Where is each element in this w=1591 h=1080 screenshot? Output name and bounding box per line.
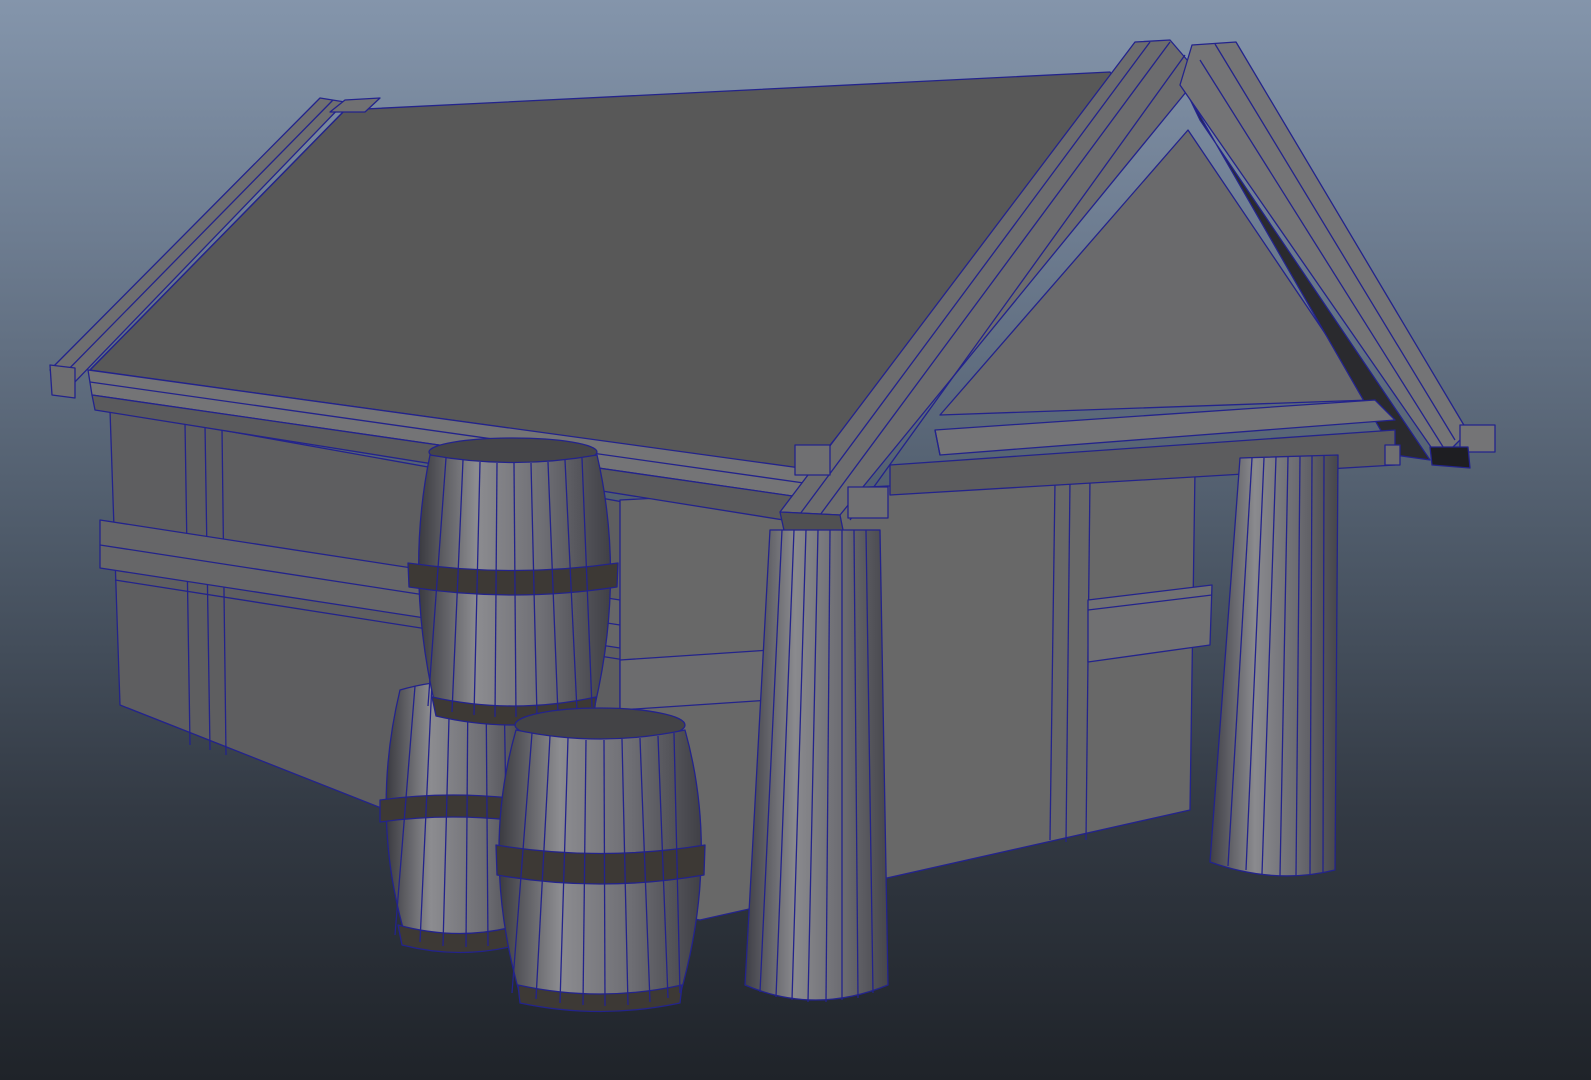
3d-viewport[interactable] (0, 0, 1591, 1080)
post-right (1209, 454, 1339, 877)
front-wall (619, 469, 1213, 921)
post-front (744, 529, 889, 1003)
barrel-front (495, 707, 706, 1013)
barrel-top (407, 437, 619, 726)
viewport-canvas[interactable] (0, 0, 1591, 1080)
